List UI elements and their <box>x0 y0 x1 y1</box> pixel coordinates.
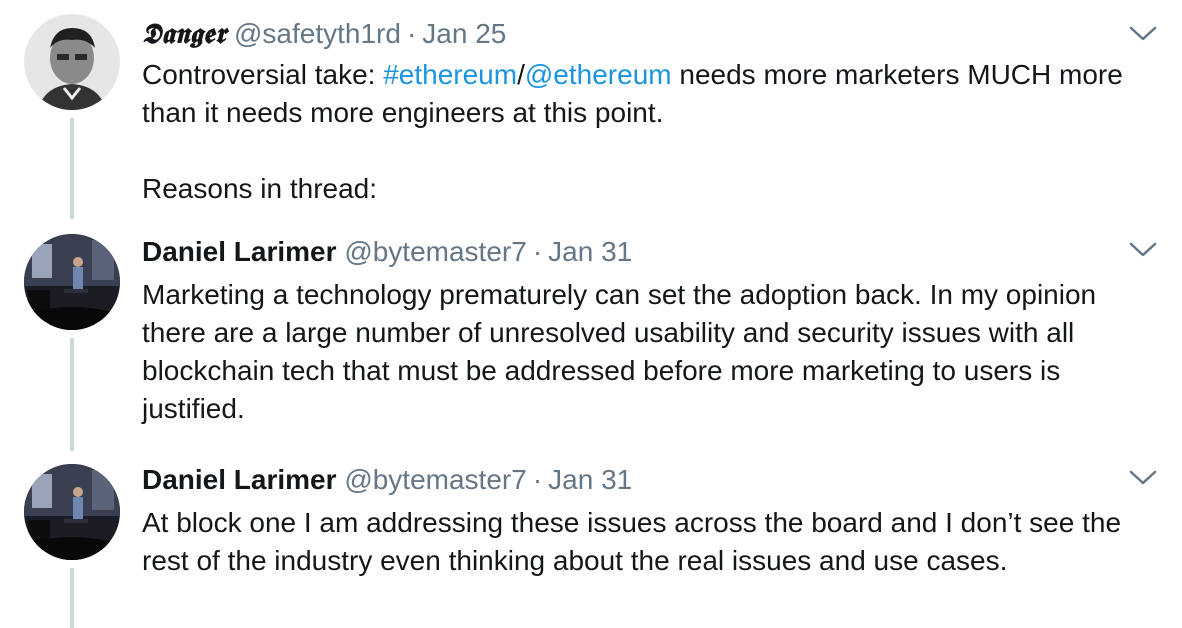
tweet-3[interactable]: Daniel Larimer @bytemaster7 · Jan 31 At bl… <box>0 462 1182 628</box>
user-handle[interactable]: @safetyth1rd <box>234 18 401 49</box>
user-handle[interactable]: @bytemaster7 <box>344 236 527 267</box>
tweet-header: 𝕯𝖆𝖓𝖌𝖊𝖗 @safetyth1rd · Jan 25 <box>142 16 506 52</box>
thread-line <box>70 118 74 219</box>
tweet-header: Daniel Larimer @bytemaster7 · Jan 31 <box>142 234 632 270</box>
separator-dot: · <box>532 236 543 267</box>
tweet-date[interactable]: Jan 31 <box>548 236 632 267</box>
separator-dot: · <box>406 18 417 49</box>
chevron-down-icon[interactable] <box>1126 238 1160 262</box>
thread-line <box>70 338 74 451</box>
thread-line <box>70 568 74 628</box>
tweet-text-paragraph: At block one I am addressing these issue… <box>142 507 1122 576</box>
avatar-daniel-larimer[interactable] <box>24 464 120 560</box>
tweet-date[interactable]: Jan 31 <box>548 464 632 495</box>
tweet-2[interactable]: Daniel Larimer @bytemaster7 · Jan 31 Marke… <box>0 232 1182 457</box>
hashtag-link[interactable]: #ethereum <box>383 59 517 90</box>
avatar-danger[interactable] <box>24 14 120 110</box>
display-name[interactable]: Daniel Larimer <box>142 236 337 267</box>
user-handle[interactable]: @bytemaster7 <box>344 464 527 495</box>
tweet-header: Daniel Larimer @bytemaster7 · Jan 31 <box>142 462 632 498</box>
chevron-down-icon[interactable] <box>1126 22 1160 46</box>
tweet-text: Controversial take: #ethereum/@ethereum … <box>142 56 1152 208</box>
tweet-1[interactable]: 𝕯𝖆𝖓𝖌𝖊𝖗 @safetyth1rd · Jan 25 Controversial… <box>0 0 1182 225</box>
tweet-text-paragraph: Controversial take: #ethereum/@ethereum … <box>142 56 1152 132</box>
tweet-text-paragraph: Reasons in thread: <box>142 173 378 204</box>
tweet-text: Marketing a technology prematurely can s… <box>142 276 1152 428</box>
text-segment: / <box>517 59 525 90</box>
mention-link[interactable]: @ethereum <box>525 59 672 90</box>
tweet-date[interactable]: Jan 25 <box>422 18 506 49</box>
separator-dot: · <box>532 464 543 495</box>
tweet-text-paragraph: Marketing a technology prematurely can s… <box>142 279 1097 424</box>
tweet-text: At block one I am addressing these issue… <box>142 504 1152 580</box>
avatar-daniel-larimer[interactable] <box>24 234 120 330</box>
chevron-down-icon[interactable] <box>1126 466 1160 490</box>
display-name[interactable]: 𝕯𝖆𝖓𝖌𝖊𝖗 <box>142 17 226 50</box>
display-name[interactable]: Daniel Larimer <box>142 464 337 495</box>
text-segment: Controversial take: <box>142 59 384 90</box>
